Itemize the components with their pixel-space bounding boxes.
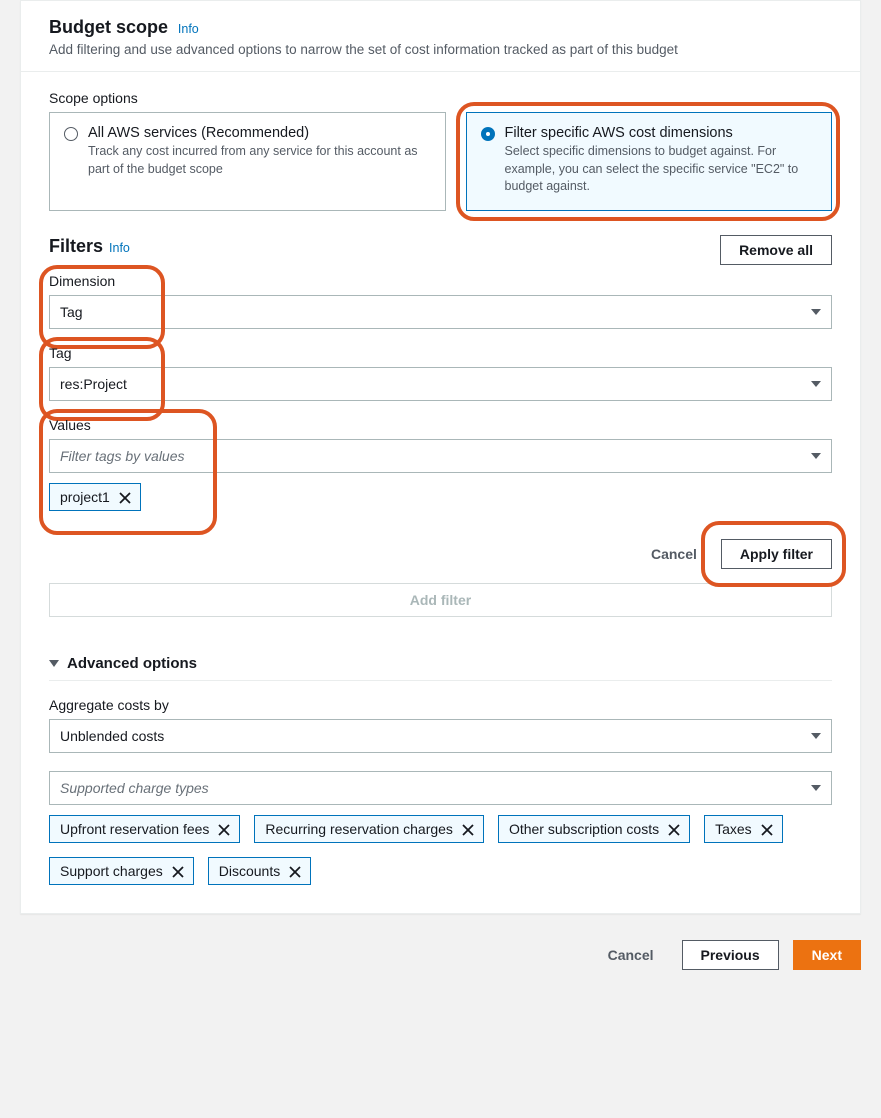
values-select-placeholder: Filter tags by values <box>60 448 185 464</box>
panel-title: Budget scope <box>49 17 168 37</box>
close-icon <box>288 865 302 879</box>
divider <box>49 680 832 681</box>
charge-type-label: Support charges <box>60 863 163 879</box>
add-filter-button[interactable]: Add filter <box>49 583 832 617</box>
previous-button[interactable]: Previous <box>682 940 779 970</box>
close-icon <box>118 491 132 505</box>
scope-option-filter-dimensions[interactable]: Filter specific AWS cost dimensions Sele… <box>466 112 833 211</box>
charge-type-label: Discounts <box>219 863 280 879</box>
chevron-down-icon <box>811 733 821 739</box>
chevron-down-icon <box>49 660 59 667</box>
values-select[interactable]: Filter tags by values <box>49 439 832 473</box>
charge-type-token: Taxes <box>704 815 783 843</box>
remove-token-button[interactable] <box>760 823 772 835</box>
value-token-label: project1 <box>60 489 110 505</box>
remove-token-button[interactable] <box>217 823 229 835</box>
tag-label: Tag <box>49 343 832 363</box>
panel-header: Budget scope Info Add filtering and use … <box>21 1 860 72</box>
panel-subtitle: Add filtering and use advanced options t… <box>49 42 840 57</box>
value-token: project1 <box>49 483 141 511</box>
dimension-select[interactable]: Tag <box>49 295 832 329</box>
charge-type-token: Upfront reservation fees <box>49 815 240 843</box>
footer-actions: Cancel Previous Next <box>20 940 861 970</box>
charge-types-placeholder: Supported charge types <box>60 780 209 796</box>
chevron-down-icon <box>811 453 821 459</box>
tag-select[interactable]: res:Project <box>49 367 832 401</box>
charge-types-field: Supported charge types Upfront reservati… <box>49 771 832 885</box>
chevron-down-icon <box>811 309 821 315</box>
scope-option-filter-title: Filter specific AWS cost dimensions <box>505 125 818 141</box>
remove-all-button[interactable]: Remove all <box>720 235 832 265</box>
values-field: Values Filter tags by values project1 <box>49 415 832 511</box>
chevron-down-icon <box>811 381 821 387</box>
cancel-button[interactable]: Cancel <box>594 941 668 969</box>
filters-title: Filters <box>49 236 103 257</box>
tag-select-value: res:Project <box>60 376 127 392</box>
remove-token-button[interactable] <box>171 865 183 877</box>
aggregate-select[interactable]: Unblended costs <box>49 719 832 753</box>
charge-type-token: Discounts <box>208 857 311 885</box>
dimension-select-value: Tag <box>60 304 83 320</box>
remove-token-button[interactable] <box>667 823 679 835</box>
next-button[interactable]: Next <box>793 940 861 970</box>
values-label: Values <box>49 415 832 435</box>
charge-type-label: Recurring reservation charges <box>265 821 453 837</box>
aggregate-costs-field: Aggregate costs by Unblended costs <box>49 695 832 753</box>
charge-type-token: Recurring reservation charges <box>254 815 484 843</box>
apply-filter-button[interactable]: Apply filter <box>721 539 832 569</box>
scope-options-label: Scope options <box>49 90 832 106</box>
radio-icon <box>481 127 495 141</box>
scope-option-all-desc: Track any cost incurred from any service… <box>88 143 431 178</box>
filters-info-link[interactable]: Info <box>109 241 130 255</box>
tag-field: Tag res:Project <box>49 343 832 401</box>
close-icon <box>760 823 774 837</box>
remove-token-button[interactable] <box>118 491 130 503</box>
close-icon <box>217 823 231 837</box>
advanced-options-toggle[interactable]: Advanced options <box>49 655 832 672</box>
aggregate-select-value: Unblended costs <box>60 728 164 744</box>
charge-type-token: Other subscription costs <box>498 815 690 843</box>
dimension-field: Dimension Tag <box>49 271 832 329</box>
charge-type-label: Upfront reservation fees <box>60 821 209 837</box>
scope-option-all-services[interactable]: All AWS services (Recommended) Track any… <box>49 112 446 211</box>
chevron-down-icon <box>811 785 821 791</box>
scope-option-filter-desc: Select specific dimensions to budget aga… <box>505 143 818 196</box>
scope-option-all-title: All AWS services (Recommended) <box>88 125 431 141</box>
aggregate-label: Aggregate costs by <box>49 695 832 715</box>
close-icon <box>461 823 475 837</box>
radio-icon <box>64 127 78 141</box>
close-icon <box>667 823 681 837</box>
charge-type-token: Support charges <box>49 857 194 885</box>
advanced-options-title: Advanced options <box>67 655 197 672</box>
panel-info-link[interactable]: Info <box>178 22 199 36</box>
budget-scope-panel: Budget scope Info Add filtering and use … <box>20 0 861 914</box>
charge-types-select[interactable]: Supported charge types <box>49 771 832 805</box>
close-icon <box>171 865 185 879</box>
charge-type-label: Other subscription costs <box>509 821 659 837</box>
remove-token-button[interactable] <box>288 865 300 877</box>
remove-token-button[interactable] <box>461 823 473 835</box>
charge-type-label: Taxes <box>715 821 752 837</box>
dimension-label: Dimension <box>49 271 832 291</box>
cancel-filter-button[interactable]: Cancel <box>637 540 711 568</box>
